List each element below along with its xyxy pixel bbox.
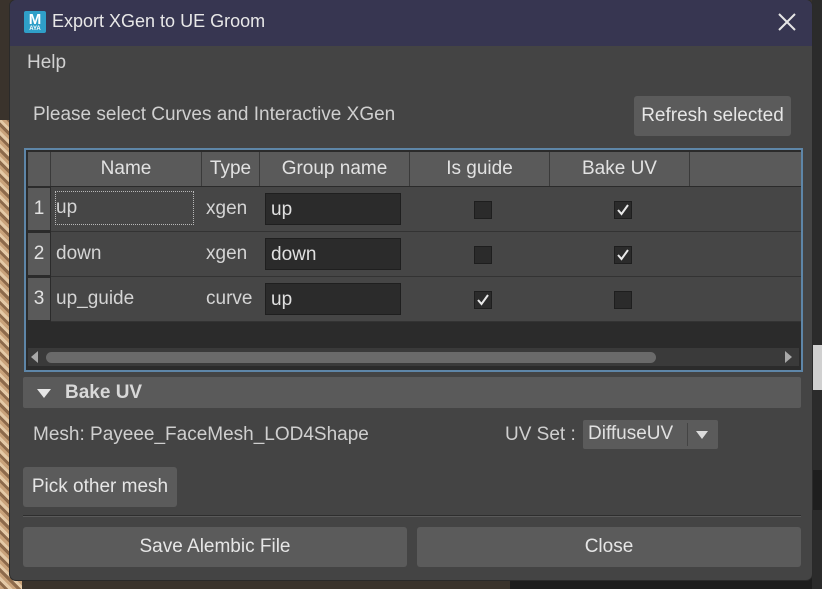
save-alembic-button[interactable]: Save Alembic File — [23, 527, 407, 567]
title-bar[interactable]: M AYA Export XGen to UE Groom — [10, 0, 812, 46]
uv-set-value: DiffuseUV — [588, 423, 674, 444]
column-header-bake-uv[interactable]: Bake UV — [550, 152, 690, 186]
is-guide-checkbox[interactable] — [474, 246, 492, 264]
bake-uv-checkbox[interactable] — [614, 291, 632, 309]
table-empty-area — [51, 322, 801, 346]
uv-set-dropdown[interactable]: DiffuseUV — [583, 420, 718, 449]
scroll-right-icon[interactable] — [785, 351, 792, 363]
bake-uv-checkbox[interactable] — [614, 201, 632, 219]
group-name-input[interactable]: up — [265, 193, 401, 225]
close-icon[interactable] — [775, 10, 799, 34]
maya-app-icon: M AYA — [24, 11, 46, 33]
close-button[interactable]: Close — [417, 527, 801, 567]
bake-uv-checkbox[interactable] — [614, 246, 632, 264]
export-dialog: M AYA Export XGen to UE Groom Help Pleas… — [10, 0, 812, 580]
table-row[interactable] — [51, 232, 801, 277]
bake-uv-section-header[interactable]: Bake UV — [23, 377, 801, 408]
uv-set-label: UV Set : — [505, 424, 576, 445]
row-number[interactable]: 1 — [28, 188, 50, 230]
column-header-is-guide[interactable]: Is guide — [410, 152, 550, 186]
table-corner[interactable] — [28, 152, 51, 186]
background-viewport-edge — [812, 0, 822, 589]
type-cell: xgen — [206, 243, 248, 264]
checkmark-icon — [477, 294, 489, 306]
pick-other-mesh-button[interactable]: Pick other mesh — [23, 467, 177, 507]
column-header-name[interactable]: Name — [51, 152, 202, 186]
selection-prompt: Please select Curves and Interactive XGe… — [33, 104, 396, 125]
name-cell[interactable]: down — [56, 232, 101, 276]
row-number[interactable]: 3 — [28, 278, 50, 320]
is-guide-checkbox[interactable] — [474, 291, 492, 309]
divider — [23, 515, 801, 517]
column-header-type[interactable]: Type — [202, 152, 260, 186]
checkmark-icon — [617, 249, 629, 261]
column-header-filler — [690, 152, 801, 186]
group-name-input[interactable]: up — [265, 283, 401, 315]
refresh-selected-button[interactable]: Refresh selected — [634, 96, 791, 136]
checkmark-icon — [617, 204, 629, 216]
row-number[interactable]: 2 — [28, 233, 50, 275]
group-name-input[interactable]: down — [265, 238, 401, 270]
window-title: Export XGen to UE Groom — [52, 11, 266, 31]
type-cell: curve — [206, 288, 253, 309]
type-cell: xgen — [206, 198, 248, 219]
background-code-panel — [812, 470, 822, 510]
is-guide-checkbox[interactable] — [474, 201, 492, 219]
mesh-label: Mesh: Payeee_FaceMesh_LOD4Shape — [33, 424, 369, 445]
name-cell[interactable]: up — [55, 191, 194, 225]
chevron-down-icon[interactable] — [696, 431, 708, 439]
menu-help[interactable]: Help — [27, 52, 66, 74]
groom-table: Name Type Group name Is guide Bake UV 1 … — [24, 148, 803, 372]
dropdown-separator — [687, 423, 688, 446]
column-header-group-name[interactable]: Group name — [260, 152, 410, 186]
table-row[interactable] — [51, 277, 801, 322]
scroll-left-icon[interactable] — [31, 351, 38, 363]
scrollbar-thumb[interactable] — [46, 352, 656, 363]
name-cell[interactable]: up_guide — [56, 277, 134, 321]
horizontal-scrollbar[interactable] — [28, 348, 799, 366]
background-panel — [812, 345, 822, 390]
collapse-triangle-icon[interactable] — [37, 389, 51, 398]
section-title: Bake UV — [65, 382, 143, 403]
